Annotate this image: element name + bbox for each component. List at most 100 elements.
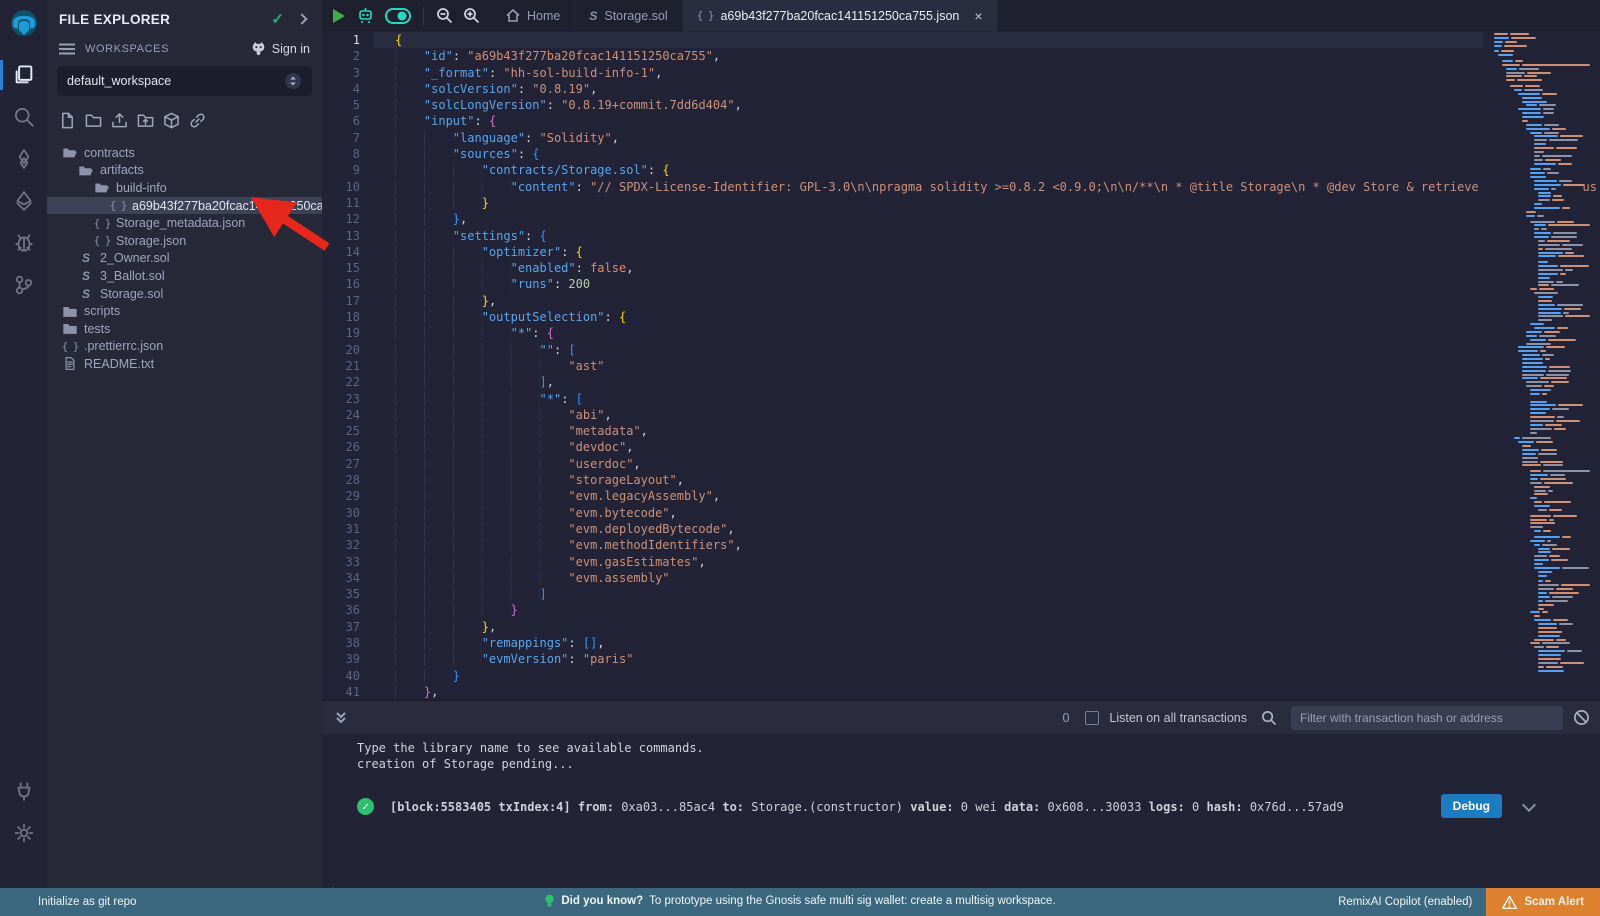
line-number: 4: [322, 81, 374, 97]
minimap-line: [1530, 478, 1590, 480]
upload-folder-icon[interactable]: [137, 112, 154, 134]
minimap-line: [1510, 85, 1590, 87]
remix-logo-icon[interactable]: [8, 8, 40, 40]
minimap-line: [1530, 404, 1590, 406]
rail-search-icon[interactable]: [0, 96, 47, 138]
rail-settings-icon[interactable]: [0, 812, 47, 854]
minimap-line: [1526, 211, 1590, 213]
tree-item[interactable]: build-info: [47, 179, 322, 197]
line-number: 20: [322, 342, 374, 358]
folder-open-icon: [62, 145, 78, 160]
panel-expand-icon[interactable]: [296, 13, 307, 24]
tree-item[interactable]: S3_Ballot.sol: [47, 267, 322, 285]
rail-plugin-manager-icon[interactable]: [0, 770, 47, 812]
minimap-line: [1530, 470, 1590, 472]
minimap-line: [1538, 319, 1590, 321]
code-editor[interactable]: 1234567891011121314151617181920212223242…: [322, 31, 1600, 700]
rail-file-explorer-icon[interactable]: [0, 54, 47, 96]
tree-item[interactable]: { }a69b43f277ba20fcac141151250ca7...: [47, 197, 322, 215]
rail-git-icon[interactable]: [0, 264, 47, 306]
cube-icon[interactable]: [163, 112, 180, 134]
tree-item[interactable]: scripts: [47, 302, 322, 320]
clear-console-icon[interactable]: [1573, 709, 1590, 726]
minimap-line: [1522, 449, 1590, 451]
minimap-line: [1530, 288, 1590, 290]
tree-item[interactable]: S2_Owner.sol: [47, 250, 322, 268]
file-explorer-panel: FILE EXPLORER ✓ WORKSPACES Sign in defau…: [47, 0, 322, 888]
line-number: 16: [322, 276, 374, 292]
minimap-line: [1494, 37, 1590, 39]
minimap-line: [1494, 45, 1590, 47]
code-line: "devdoc",: [374, 439, 1483, 455]
code-line: "*": {: [374, 325, 1483, 341]
terminal-output[interactable]: Type the library name to see available c…: [322, 734, 1600, 888]
git-init-button[interactable]: Initialize as git repo: [38, 896, 136, 908]
hamburger-menu-icon[interactable]: [59, 43, 75, 55]
collapse-terminal-icon[interactable]: [334, 711, 348, 725]
minimap-line: [1518, 108, 1590, 110]
tree-item[interactable]: { }Storage_metadata.json: [47, 214, 322, 232]
close-tab-icon[interactable]: ×: [974, 8, 982, 24]
minimap-line: [1522, 101, 1590, 103]
zoom-out-icon[interactable]: [436, 7, 453, 24]
code-line: "sources": {: [374, 146, 1483, 162]
rail-debugger-icon[interactable]: [0, 222, 47, 264]
upload-file-icon[interactable]: [111, 112, 128, 134]
new-file-icon[interactable]: [59, 112, 76, 134]
tree-item-label: 2_Owner.sol: [100, 251, 169, 265]
minimap-line: [1538, 312, 1590, 314]
tree-item[interactable]: { }.prettierrc.json: [47, 338, 322, 356]
editor-area: Home S Storage.sol { } a69b43f277ba20fca…: [322, 0, 1600, 888]
minimap-line: [1522, 461, 1590, 463]
ai-toggle-switch[interactable]: [385, 8, 411, 24]
tree-item[interactable]: SStorage.sol: [47, 285, 322, 303]
terminal-log-line: Type the library name to see available c…: [357, 740, 1600, 756]
code-line: "solcLongVersion": "0.8.19+commit.7dd6d4…: [374, 97, 1483, 113]
line-number: 31: [322, 521, 374, 537]
github-signin-button[interactable]: Sign in: [251, 42, 310, 56]
link-icon[interactable]: [189, 112, 206, 134]
copilot-status[interactable]: RemixAI Copilot (enabled): [1338, 896, 1472, 908]
terminal-search-icon: [1261, 710, 1277, 726]
listen-all-checkbox[interactable]: [1085, 711, 1099, 725]
minimap-line: [1534, 292, 1590, 294]
transaction-log-row[interactable]: ✓ [block:5583405 txIndex:4] from: 0xa03.…: [357, 798, 1600, 815]
tree-item[interactable]: README.txt: [47, 355, 322, 373]
transaction-filter-input[interactable]: [1291, 706, 1563, 730]
json-file-icon: { }: [62, 340, 78, 353]
tree-item[interactable]: tests: [47, 320, 322, 338]
rail-deploy-run-icon[interactable]: [0, 180, 47, 222]
line-number: 14: [322, 244, 374, 260]
minimap-line: [1526, 215, 1590, 217]
rail-solidity-compiler-icon[interactable]: [0, 138, 47, 180]
zoom-in-icon[interactable]: [463, 7, 480, 24]
minimap-line: [1538, 635, 1590, 637]
line-number: 15: [322, 260, 374, 276]
scam-alert-button[interactable]: Scam Alert: [1486, 888, 1600, 916]
tree-item[interactable]: contracts: [47, 144, 322, 162]
minimap-line: [1538, 315, 1590, 317]
minimap-line: [1530, 393, 1590, 395]
workspace-select[interactable]: default_workspace: [57, 66, 312, 96]
code-line: }: [374, 195, 1483, 211]
tree-item[interactable]: { }Storage.json: [47, 232, 322, 250]
minimap-line: [1538, 269, 1590, 271]
remix-ai-robot-icon[interactable]: [356, 7, 375, 24]
minimap-line: [1538, 255, 1590, 257]
tab-home[interactable]: Home: [492, 0, 575, 31]
tab-storage-sol[interactable]: S Storage.sol: [575, 0, 682, 31]
minimap[interactable]: [1483, 31, 1590, 700]
line-number: 22: [322, 374, 374, 390]
tab-build-info-json[interactable]: { } a69b43f277ba20fcac141151250ca755.jso…: [683, 0, 998, 31]
line-number: 35: [322, 586, 374, 602]
icon-rail: [0, 0, 47, 888]
new-folder-icon[interactable]: [85, 112, 102, 134]
debug-button[interactable]: Debug: [1441, 794, 1502, 818]
minimap-line: [1538, 252, 1590, 254]
tree-item[interactable]: artifacts: [47, 162, 322, 180]
expand-tx-icon[interactable]: [1522, 798, 1536, 812]
line-number: 37: [322, 619, 374, 635]
run-script-button[interactable]: [332, 8, 346, 24]
minimap-line: [1534, 232, 1590, 234]
tip-text: To prototype using the Gnosis safe multi…: [649, 895, 1056, 907]
